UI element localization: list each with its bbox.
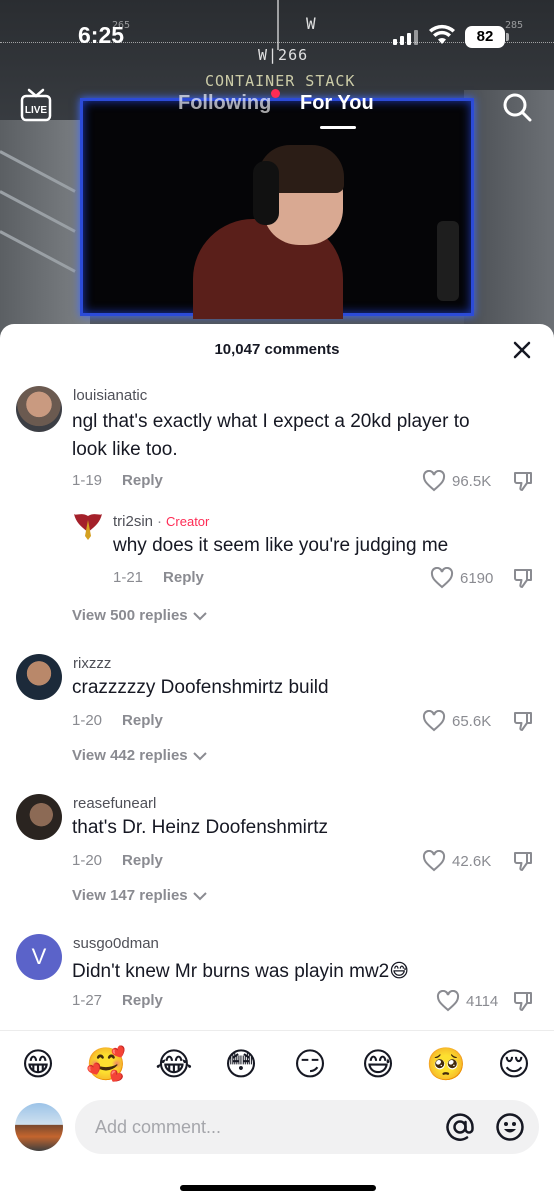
battery-tip	[506, 33, 509, 41]
reply-button[interactable]: Reply	[122, 992, 163, 1009]
view-replies-button[interactable]: View 442 replies	[72, 747, 208, 764]
comment-meta: 1-27 Reply	[72, 992, 163, 1009]
heart-icon	[430, 567, 454, 589]
emoji-button[interactable]: 😅	[358, 1044, 398, 1084]
comment-username[interactable]: rixzzz	[73, 655, 111, 672]
chevron-down-icon	[192, 891, 207, 900]
comment-text-line: Didn't knew Mr burns was playin mw2😅	[72, 961, 410, 982]
tab-for-you[interactable]: For You	[300, 92, 374, 115]
reply-username[interactable]: tri2sin	[113, 513, 153, 530]
view-replies-label: View 442 replies	[72, 747, 188, 764]
search-icon[interactable]	[502, 92, 532, 122]
microphone	[437, 221, 459, 301]
emoji-picker-icon[interactable]	[495, 1112, 525, 1142]
like-count: 4114	[466, 992, 499, 1010]
heart-icon	[422, 710, 446, 732]
heart-icon	[422, 470, 446, 492]
emoji-button[interactable]: 😂	[154, 1044, 194, 1084]
avatar[interactable]	[16, 794, 62, 840]
comment-meta: 1-20 Reply	[72, 712, 163, 729]
comment-input[interactable]	[95, 1100, 435, 1154]
dislike-icon[interactable]	[512, 710, 534, 732]
like-button[interactable]: 65.6K	[422, 710, 491, 732]
comment-text-line: look like too.	[72, 439, 178, 460]
comment-meta: 1-20 Reply	[72, 852, 163, 869]
emoji-button[interactable]: 😌	[494, 1044, 534, 1084]
comment-text-line: that's Dr. Heinz Doofenshmirtz	[72, 817, 328, 838]
comment-meta: 1-19 Reply	[72, 472, 163, 489]
emoji-quick-bar: 😁 🥰 😂 😳 😏 😅 🥺 😌	[0, 1040, 554, 1090]
headset	[253, 161, 279, 225]
comment-username[interactable]: louisianatic	[73, 387, 147, 404]
view-replies-label: View 500 replies	[72, 607, 188, 624]
comment-date: 1-27	[72, 992, 103, 1009]
comment-text-line: ngl that's exactly what I expect a 20kd …	[72, 411, 470, 432]
like-button[interactable]: 42.6K	[422, 850, 491, 872]
wifi-icon	[429, 24, 455, 44]
avatar[interactable]	[72, 510, 104, 542]
divider	[0, 1030, 554, 1031]
emoji-button[interactable]: 🥺	[426, 1044, 466, 1084]
reply-username-line: tri2sin · Creator	[113, 513, 210, 530]
like-count: 96.5K	[452, 472, 492, 490]
comment-date: 1-20	[72, 712, 103, 729]
chevron-down-icon	[192, 611, 207, 620]
battery-indicator: 82	[465, 26, 505, 48]
user-avatar[interactable]	[15, 1103, 63, 1151]
facecam-overlay	[80, 98, 474, 319]
tab-following[interactable]: Following	[178, 92, 271, 115]
home-indicator	[180, 1185, 376, 1191]
heart-icon	[422, 850, 446, 872]
like-count: 65.6K	[452, 712, 492, 730]
view-replies-label: View 147 replies	[72, 887, 188, 904]
like-button[interactable]: 4114	[436, 990, 498, 1012]
comment-text-line: crazzzzzy Doofenshmirtz build	[72, 677, 329, 698]
heart-icon	[436, 990, 460, 1012]
like-count: 6190	[460, 569, 494, 587]
view-replies-button[interactable]: View 147 replies	[72, 887, 208, 904]
reply-button[interactable]: Reply	[122, 472, 163, 489]
comment-username[interactable]: susgo0dman	[73, 935, 159, 952]
video-wall	[0, 120, 90, 340]
notification-dot	[271, 89, 280, 98]
comment-username[interactable]: reasefunearl	[73, 795, 156, 812]
chevron-down-icon	[192, 751, 207, 760]
reply-meta: 1-21 Reply	[113, 569, 204, 586]
dislike-icon[interactable]	[512, 470, 534, 492]
creator-badge: Creator	[166, 514, 210, 529]
comment-date: 1-19	[72, 472, 103, 489]
comment-date: 1-20	[72, 852, 103, 869]
avatar[interactable]: V	[16, 934, 62, 980]
reply-button[interactable]: Reply	[122, 852, 163, 869]
reply-button[interactable]: Reply	[122, 712, 163, 729]
like-button[interactable]: 6190	[430, 567, 493, 589]
avatar[interactable]	[16, 386, 62, 432]
at-mention-icon[interactable]	[445, 1112, 475, 1142]
dislike-icon[interactable]	[512, 850, 534, 872]
dislike-icon[interactable]	[512, 990, 534, 1012]
comments-count-title: 10,047 comments	[214, 341, 340, 358]
avatar[interactable]	[16, 654, 62, 700]
comment-input-container[interactable]	[75, 1100, 539, 1154]
like-button[interactable]: 96.5K	[422, 470, 491, 492]
close-icon[interactable]	[510, 338, 534, 362]
cellular-signal-icon	[393, 30, 418, 45]
active-tab-indicator	[320, 126, 356, 129]
reply-button[interactable]: Reply	[163, 569, 204, 586]
reply-date: 1-21	[113, 569, 144, 586]
reply-text: why does it seem like you're judging me	[113, 535, 449, 556]
view-replies-button[interactable]: View 500 replies	[72, 607, 208, 624]
emoji-button[interactable]: 🥰	[86, 1044, 126, 1084]
emoji-button[interactable]: 😏	[290, 1044, 330, 1084]
status-time: 6:25	[78, 22, 125, 48]
emoji-button[interactable]: 😁	[18, 1044, 58, 1084]
status-bar: 6:25 82	[0, 0, 554, 60]
emoji-button[interactable]: 😳	[221, 1044, 261, 1084]
comments-sheet: 10,047 comments louisianatic ngl that's …	[0, 324, 554, 1200]
dislike-icon[interactable]	[512, 567, 534, 589]
like-count: 42.6K	[452, 852, 492, 870]
